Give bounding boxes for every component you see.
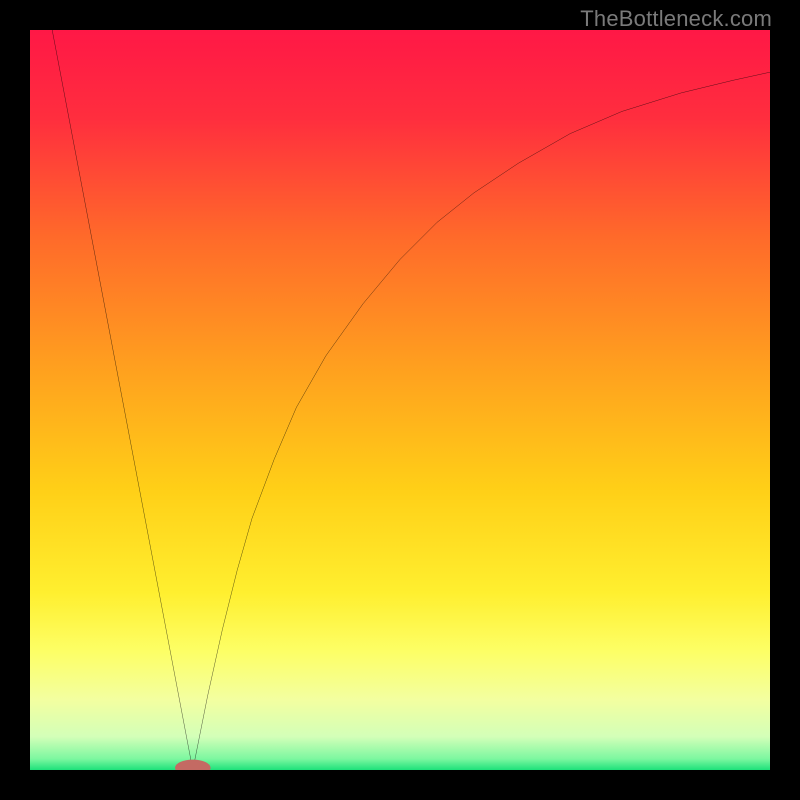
bottleneck-curve: [30, 30, 770, 770]
plot-area: [30, 30, 770, 770]
curve-path: [52, 30, 770, 770]
watermark-text: TheBottleneck.com: [580, 6, 772, 32]
minimum-marker: [175, 760, 211, 770]
chart-frame: TheBottleneck.com: [0, 0, 800, 800]
